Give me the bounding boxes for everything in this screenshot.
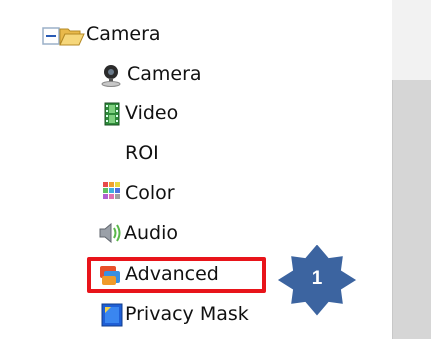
tree-item-color[interactable]: Color (125, 182, 175, 204)
step-number: 1 (311, 268, 323, 289)
audio-icon (99, 222, 123, 244)
tree-expander-minus[interactable] (42, 27, 60, 45)
tree-item-privacy-mask[interactable]: Privacy Mask (125, 303, 249, 325)
right-pane-top (392, 0, 431, 80)
highlight-box (87, 257, 266, 293)
camera-settings-tree-panel: Camera Camera Video ROI Color Audio Adva… (0, 0, 431, 339)
tree-item-roi[interactable]: ROI (125, 142, 159, 164)
tree-root-camera[interactable]: Camera (86, 23, 161, 45)
privacy-mask-icon (101, 303, 123, 327)
tree-item-audio[interactable]: Audio (124, 222, 178, 244)
video-icon (104, 102, 120, 126)
tree-item-video[interactable]: Video (125, 102, 178, 124)
camera-icon (100, 63, 122, 87)
tree-item-camera[interactable]: Camera (127, 63, 202, 85)
right-pane (392, 80, 431, 339)
folder-open-icon (59, 25, 85, 47)
color-icon (103, 182, 121, 200)
